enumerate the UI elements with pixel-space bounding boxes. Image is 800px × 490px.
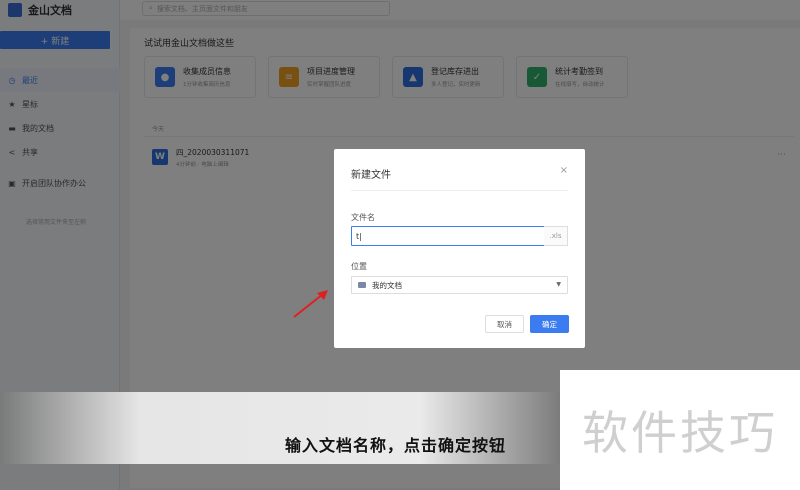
confirm-button[interactable]: 确定: [530, 315, 569, 333]
divider: [351, 190, 568, 191]
folder-icon: [358, 282, 366, 288]
file-name-input[interactable]: t|: [351, 226, 545, 246]
new-file-dialog: 新建文件 × 文件名 t| .xls 位置 我的文档 ▼ 取消 确定: [334, 149, 585, 348]
tutorial-caption: 输入文档名称，点击确定按钮: [285, 436, 507, 455]
location-label: 位置: [351, 262, 367, 271]
location-select[interactable]: 我的文档 ▼: [351, 276, 568, 294]
dialog-title: 新建文件: [351, 170, 391, 181]
close-icon[interactable]: ×: [560, 165, 568, 176]
file-name-label: 文件名: [351, 213, 375, 222]
location-value: 我的文档: [372, 280, 402, 290]
annotation-arrow-icon: [293, 290, 328, 318]
caret-down-icon: ▼: [556, 281, 561, 288]
file-extension: .xls: [544, 226, 568, 246]
watermark: 软件技巧: [560, 370, 800, 490]
cancel-button[interactable]: 取消: [485, 315, 524, 333]
